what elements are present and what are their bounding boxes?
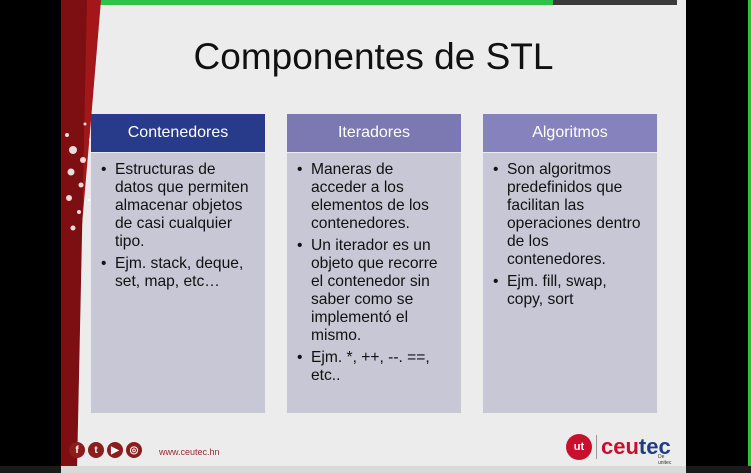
facebook-icon[interactable]: f bbox=[69, 442, 85, 458]
presentation-slide: Componentes de STL Contenedores Estructu… bbox=[61, 0, 686, 470]
footer-url[interactable]: www.ceutec.hn bbox=[159, 447, 220, 457]
logo-badge: ut bbox=[566, 434, 592, 460]
list-item: Son algoritmos predefinidos que facilita… bbox=[491, 161, 647, 269]
list-item: Ejm. *, ++, --. ==, etc.. bbox=[295, 349, 451, 385]
logo-divider bbox=[596, 435, 597, 459]
list-item: Estructuras de datos que permiten almace… bbox=[99, 161, 255, 251]
column-body: Son algoritmos predefinidos que facilita… bbox=[483, 153, 657, 413]
column-body: Estructuras de datos que permiten almace… bbox=[91, 153, 265, 413]
twitter-icon[interactable]: t bbox=[88, 442, 104, 458]
column-heading: Algoritmos bbox=[483, 114, 657, 152]
list-item: Un iterador es un objeto que recorre el … bbox=[295, 237, 451, 345]
column-iteradores: Iteradores Maneras de acceder a los elem… bbox=[287, 114, 461, 413]
social-icons: f t ▶ ◎ bbox=[69, 442, 142, 458]
list-item: Ejm. stack, deque, set, map, etc… bbox=[99, 255, 255, 291]
list-item: Ejm. fill, swap, copy, sort bbox=[491, 273, 647, 309]
column-algoritmos: Algoritmos Son algoritmos predefinidos q… bbox=[483, 114, 657, 413]
bottom-strip-gray bbox=[61, 466, 686, 473]
ceutec-logo: ut ceutec De unitec bbox=[566, 434, 671, 466]
logo-subtitle: De unitec bbox=[658, 454, 672, 466]
slide-title: Componentes de STL bbox=[193, 36, 554, 77]
toolbar-strip bbox=[553, 0, 677, 5]
list-item: Maneras de acceder a los elementos de lo… bbox=[295, 161, 451, 233]
bottom-strip bbox=[0, 466, 751, 473]
column-heading: Contenedores bbox=[91, 114, 265, 152]
logo-text-a: ceu bbox=[601, 434, 639, 459]
column-contenedores: Contenedores Estructuras de datos que pe… bbox=[91, 114, 265, 413]
column-body: Maneras de acceder a los elementos de lo… bbox=[287, 153, 461, 413]
youtube-icon[interactable]: ▶ bbox=[107, 442, 123, 458]
column-heading: Iteradores bbox=[287, 114, 461, 152]
instagram-icon[interactable]: ◎ bbox=[126, 442, 142, 458]
